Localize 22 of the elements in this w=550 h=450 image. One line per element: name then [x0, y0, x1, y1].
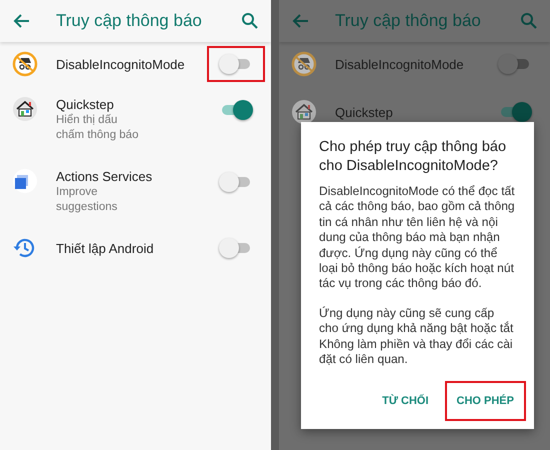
app-name: DisableIncognitoMode — [335, 56, 465, 72]
dialog-title: Cho phép truy cập thông báo cho DisableIncognitoMode? — [319, 138, 508, 176]
layers-icon — [12, 168, 38, 194]
dialog-message: DisableIncognitoMode có thể đọc tất cả các thông báo, bao gồm cả thông tin cá nhân như tên liên hệ và nội dung của thông báo mà bạn nhận được. Ứng dụng này cũng có thể loại bỏ thông báo hoặc kích hoạt nút tác vụ trong các thông báo đó. — [319, 184, 516, 292]
app-name: Quickstep — [56, 96, 115, 113]
screen-title: Truy cập thông báo — [335, 11, 482, 31]
house-icon — [12, 96, 38, 122]
deny-button[interactable]: TỪ CHỐI — [370, 381, 441, 422]
house-icon — [291, 99, 317, 125]
dialog-message: Ứng dụng này cũng sẽ cung cấp cho ứng dụng khả năng bật hoặc tắt Không làm phiền và thay đổi các cài đặt có liên quan. — [319, 306, 514, 368]
allow-button[interactable]: CHO PHÉP — [444, 381, 526, 422]
app-name: Thiết lập Android — [56, 240, 155, 256]
app-description: Improve suggestions — [56, 185, 118, 215]
search-button[interactable] — [241, 12, 259, 30]
app-name: Quickstep — [335, 104, 394, 120]
search-button[interactable] — [520, 12, 538, 30]
app-name: Actions Services — [56, 168, 154, 185]
incognito-icon — [291, 51, 317, 77]
screen-title: Truy cập thông báo — [56, 11, 203, 31]
app-name: DisableIncognitoMode — [56, 56, 186, 72]
incognito-icon — [12, 51, 38, 77]
app-description: Hiển thị dấu chấm thông báo — [56, 113, 140, 143]
